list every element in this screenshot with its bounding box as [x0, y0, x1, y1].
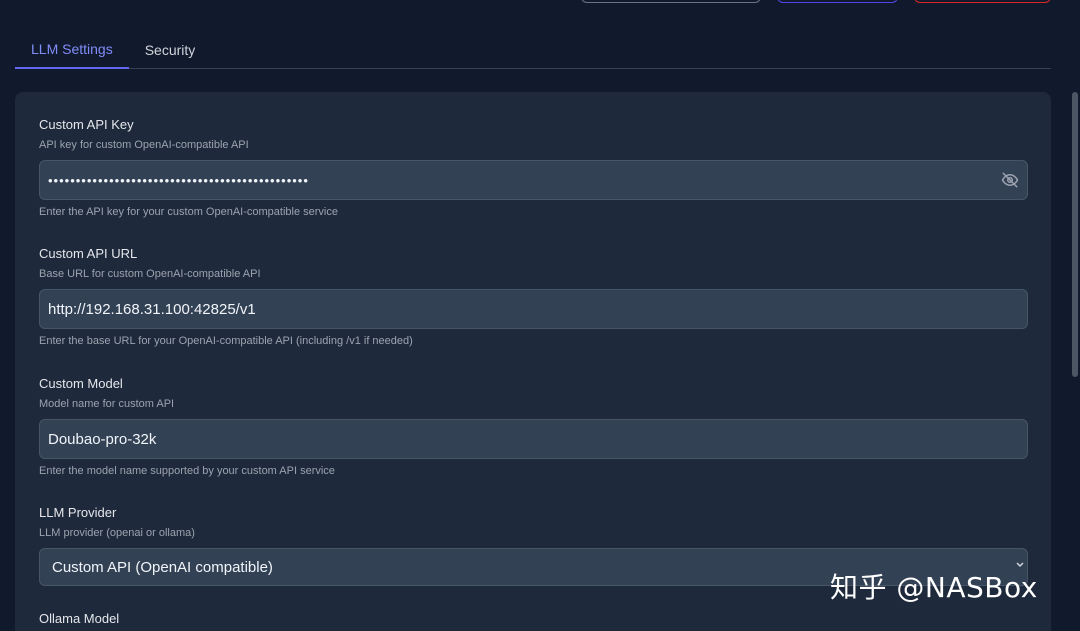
- tab-bar: LLM Settings Security: [15, 30, 1051, 69]
- ollama-model-field: Ollama Model: [39, 610, 1028, 628]
- api-url-hint: Enter the base URL for your OpenAI-compa…: [39, 335, 413, 347]
- api-key-value: ••••••••••••••••••••••••••••••••••••••••…: [48, 172, 309, 188]
- top-button-1[interactable]: [581, 0, 761, 3]
- model-description: Model name for custom API: [39, 398, 175, 410]
- scrollbar[interactable]: [1070, 0, 1080, 631]
- api-url-description: Base URL for custom OpenAI-compatible AP…: [39, 268, 261, 280]
- tab-security[interactable]: Security: [129, 30, 212, 69]
- api-key-label: Custom API Key: [39, 117, 134, 132]
- api-url-input[interactable]: http://192.168.31.100:42825/v1: [39, 289, 1028, 329]
- api-url-label: Custom API URL: [39, 246, 138, 261]
- top-button-2[interactable]: [777, 0, 898, 3]
- tab-llm-settings[interactable]: LLM Settings: [15, 30, 129, 69]
- top-button-3[interactable]: [914, 0, 1051, 3]
- model-value: Doubao-pro-32k: [48, 430, 157, 448]
- eye-off-icon[interactable]: [1001, 171, 1019, 189]
- provider-selected: Custom API (OpenAI compatible): [52, 558, 273, 576]
- settings-card: Custom API Key API key for custom OpenAI…: [15, 92, 1051, 631]
- model-input[interactable]: Doubao-pro-32k: [39, 419, 1028, 459]
- api-key-input[interactable]: ••••••••••••••••••••••••••••••••••••••••…: [39, 160, 1028, 200]
- api-url-field: Custom API URL Base URL for custom OpenA…: [39, 245, 1028, 349]
- model-field: Custom Model Model name for custom API D…: [39, 375, 1028, 479]
- provider-label: LLM Provider: [39, 505, 117, 520]
- model-label: Custom Model: [39, 376, 123, 391]
- scrollbar-thumb[interactable]: [1072, 92, 1078, 377]
- provider-description: LLM provider (openai or ollama): [39, 527, 195, 539]
- model-hint: Enter the model name supported by your c…: [39, 465, 335, 477]
- api-key-hint: Enter the API key for your custom OpenAI…: [39, 206, 338, 218]
- ollama-model-label: Ollama Model: [39, 611, 120, 626]
- watermark: 知乎 @NASBox: [830, 571, 1038, 604]
- api-key-description: API key for custom OpenAI-compatible API: [39, 139, 249, 151]
- api-key-field: Custom API Key API key for custom OpenAI…: [39, 116, 1028, 220]
- settings-page: LLM Settings Security Custom API Key API…: [0, 0, 1080, 631]
- api-url-value: http://192.168.31.100:42825/v1: [48, 300, 256, 318]
